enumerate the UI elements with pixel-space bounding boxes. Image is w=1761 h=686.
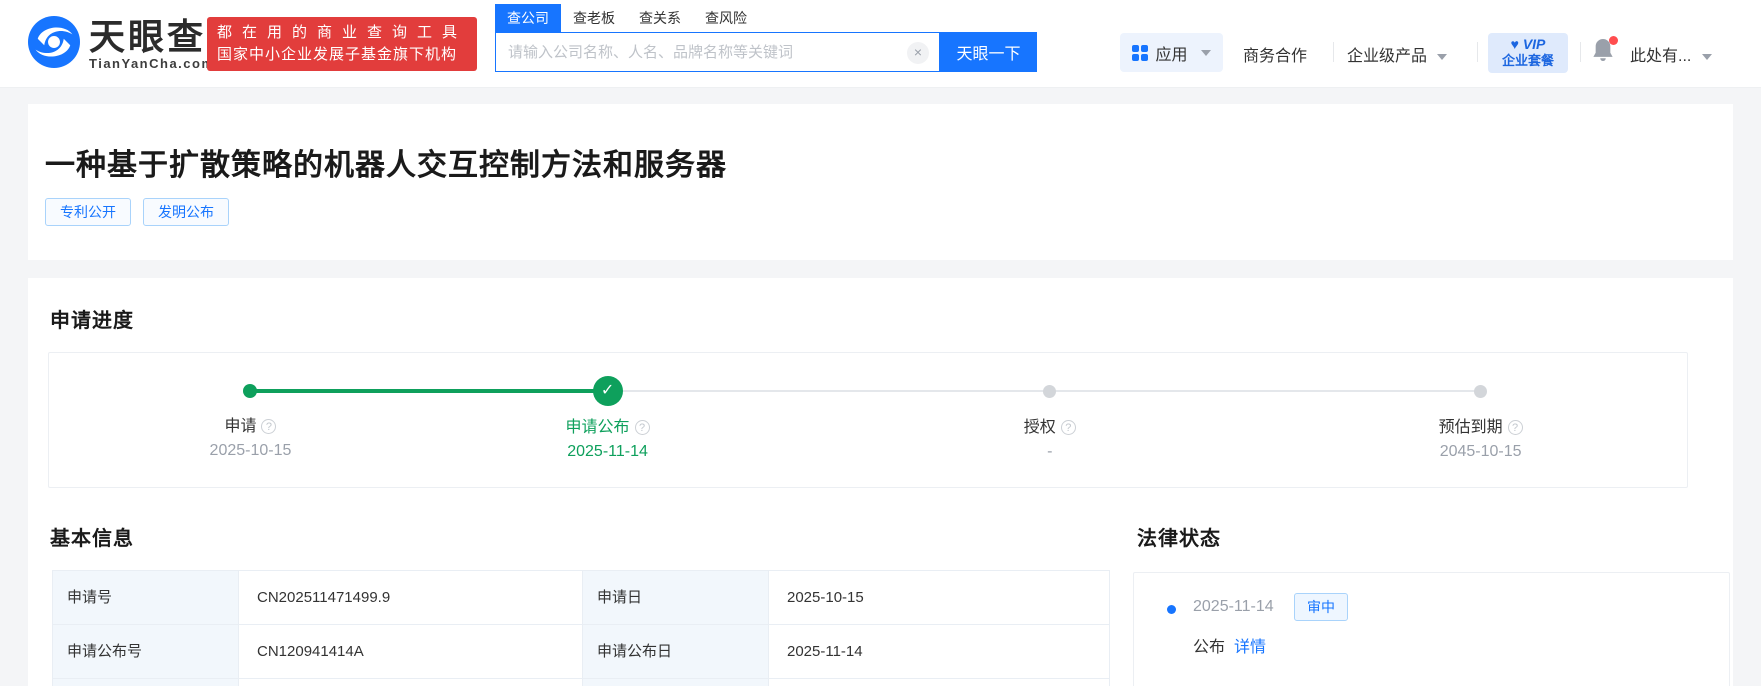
vip-package-button[interactable]: ♥ VIP 企业套餐 — [1488, 33, 1568, 73]
brand-name: 天眼查 — [89, 18, 215, 56]
enterprise-label: 企业级产品 — [1347, 48, 1427, 65]
vip-sub-label: 企业套餐 — [1488, 53, 1568, 69]
stage-date: - — [940, 443, 1160, 461]
user-account-menu[interactable]: 此处有... — [1630, 42, 1712, 66]
search-bar: × 天眼一下 — [495, 32, 1037, 72]
stage-date: 2025-11-14 — [498, 443, 718, 461]
table-row-clipped — [53, 679, 1109, 686]
cell-value — [769, 679, 1109, 686]
cell-label — [53, 679, 239, 686]
stage-label: 授权 — [1024, 419, 1056, 436]
help-icon[interactable]: ? — [635, 420, 650, 435]
stage-estimated-expiry: 预估到期? 2045-10-15 — [1371, 353, 1591, 461]
divider — [1333, 42, 1334, 62]
nav-enterprise-products[interactable]: 企业级产品 — [1347, 42, 1447, 66]
table-row: 申请公布号 CN120941414A 申请公布日 2025-11-14 — [53, 625, 1109, 679]
progress-heading: 申请进度 — [50, 304, 134, 333]
apps-grid-icon — [1132, 45, 1148, 61]
slogan-line1: 都在用的商业查询工具 — [217, 22, 467, 44]
help-icon[interactable]: ? — [1508, 420, 1523, 435]
apps-label: 应用 — [1155, 41, 1187, 65]
tab-company[interactable]: 查公司 — [495, 4, 561, 32]
legal-status-badge: 审中 — [1294, 593, 1348, 621]
notification-dot — [1609, 36, 1618, 45]
tianyancha-logo-icon — [28, 16, 80, 73]
legal-status-heading: 法律状态 — [1137, 522, 1221, 551]
help-icon[interactable]: ? — [261, 419, 276, 434]
vip-heart-icon: ♥ — [1511, 36, 1519, 52]
search-input[interactable] — [508, 34, 898, 70]
stage-date: 2045-10-15 — [1371, 443, 1591, 461]
user-name: 此处有... — [1630, 48, 1691, 65]
tianyancha-logo[interactable]: 天眼查 TianYanCha.com — [28, 16, 215, 73]
nav-business-cooperation[interactable]: 商务合作 — [1243, 42, 1307, 66]
stage-application: 申请? 2025-10-15 — [140, 353, 360, 460]
chevron-down-icon — [1702, 54, 1712, 60]
legal-detail-link[interactable]: 详情 — [1234, 633, 1266, 657]
stage-dot-pending — [1474, 385, 1487, 398]
clear-icon[interactable]: × — [907, 42, 929, 64]
patent-detail-card: 申请进度 申请? 2025-10-15 ✓ 申请公布? 2025-11-14 授… — [28, 278, 1733, 686]
tab-boss[interactable]: 查老板 — [561, 4, 627, 32]
cell-label: 申请公布日 — [583, 625, 769, 678]
tag-patent-publication: 专利公开 — [45, 198, 131, 226]
application-progress-timeline: 申请? 2025-10-15 ✓ 申请公布? 2025-11-14 授权? - … — [48, 352, 1688, 488]
cell-value: 2025-10-15 — [769, 571, 1109, 624]
stage-dot-pending — [1043, 385, 1056, 398]
patent-title: 一种基于扩散策略的机器人交互控制方法和服务器 — [45, 140, 727, 184]
search-tabs: 查公司 查老板 查关系 查风险 — [495, 4, 759, 32]
cell-label: 申请公布号 — [53, 625, 239, 678]
tab-risk[interactable]: 查风险 — [693, 4, 759, 32]
stage-publication: ✓ 申请公布? 2025-11-14 — [498, 353, 718, 461]
brand-slogan-badge: 都在用的商业查询工具 国家中小企业发展子基金旗下机构 — [207, 17, 477, 71]
cell-value — [239, 679, 583, 686]
cell-value: CN202511471499.9 — [239, 571, 583, 624]
basic-info-table: 申请号 CN202511471499.9 申请日 2025-10-15 申请公布… — [52, 570, 1110, 686]
stage-grant: 授权? - — [940, 353, 1160, 461]
slogan-line2: 国家中小企业发展子基金旗下机构 — [217, 44, 467, 66]
tag-invention-publication: 发明公布 — [143, 198, 229, 226]
stage-label: 申请公布 — [566, 419, 630, 436]
legal-status-panel: 2025-11-14 审中 公布 详情 — [1133, 572, 1730, 686]
basic-info-heading: 基本信息 — [50, 522, 134, 551]
help-icon[interactable]: ? — [1061, 420, 1076, 435]
stage-check-icon: ✓ — [593, 376, 623, 406]
legal-event: 公布 — [1193, 633, 1225, 657]
stage-label: 预估到期 — [1439, 419, 1503, 436]
divider — [1477, 42, 1478, 62]
tab-relation[interactable]: 查关系 — [627, 4, 693, 32]
cell-label: 申请号 — [53, 571, 239, 624]
stage-label: 申请 — [224, 418, 256, 435]
chevron-down-icon — [1201, 50, 1211, 56]
legal-date: 2025-11-14 — [1193, 598, 1274, 616]
notification-bell-icon[interactable] — [1592, 38, 1616, 62]
patent-title-card: 一种基于扩散策略的机器人交互控制方法和服务器 专利公开 发明公布 — [28, 104, 1733, 260]
patent-tags: 专利公开 发明公布 — [45, 198, 229, 226]
cell-value: CN120941414A — [239, 625, 583, 678]
chevron-down-icon — [1437, 54, 1447, 60]
header: 天眼查 TianYanCha.com 都在用的商业查询工具 国家中小企业发展子基… — [0, 0, 1761, 88]
brand-domain: TianYanCha.com — [89, 56, 215, 71]
bullet-dot — [1167, 605, 1176, 614]
search-box: × — [495, 32, 940, 72]
search-button[interactable]: 天眼一下 — [940, 32, 1037, 72]
table-row: 申请号 CN202511471499.9 申请日 2025-10-15 — [53, 571, 1109, 625]
stage-date: 2025-10-15 — [140, 442, 360, 460]
cell-label — [583, 679, 769, 686]
divider — [1580, 42, 1581, 62]
vip-label: VIP — [1523, 36, 1546, 52]
cell-value: 2025-11-14 — [769, 625, 1109, 678]
cell-label: 申请日 — [583, 571, 769, 624]
apps-menu-button[interactable]: 应用 — [1120, 33, 1223, 72]
stage-dot-done — [243, 384, 257, 398]
